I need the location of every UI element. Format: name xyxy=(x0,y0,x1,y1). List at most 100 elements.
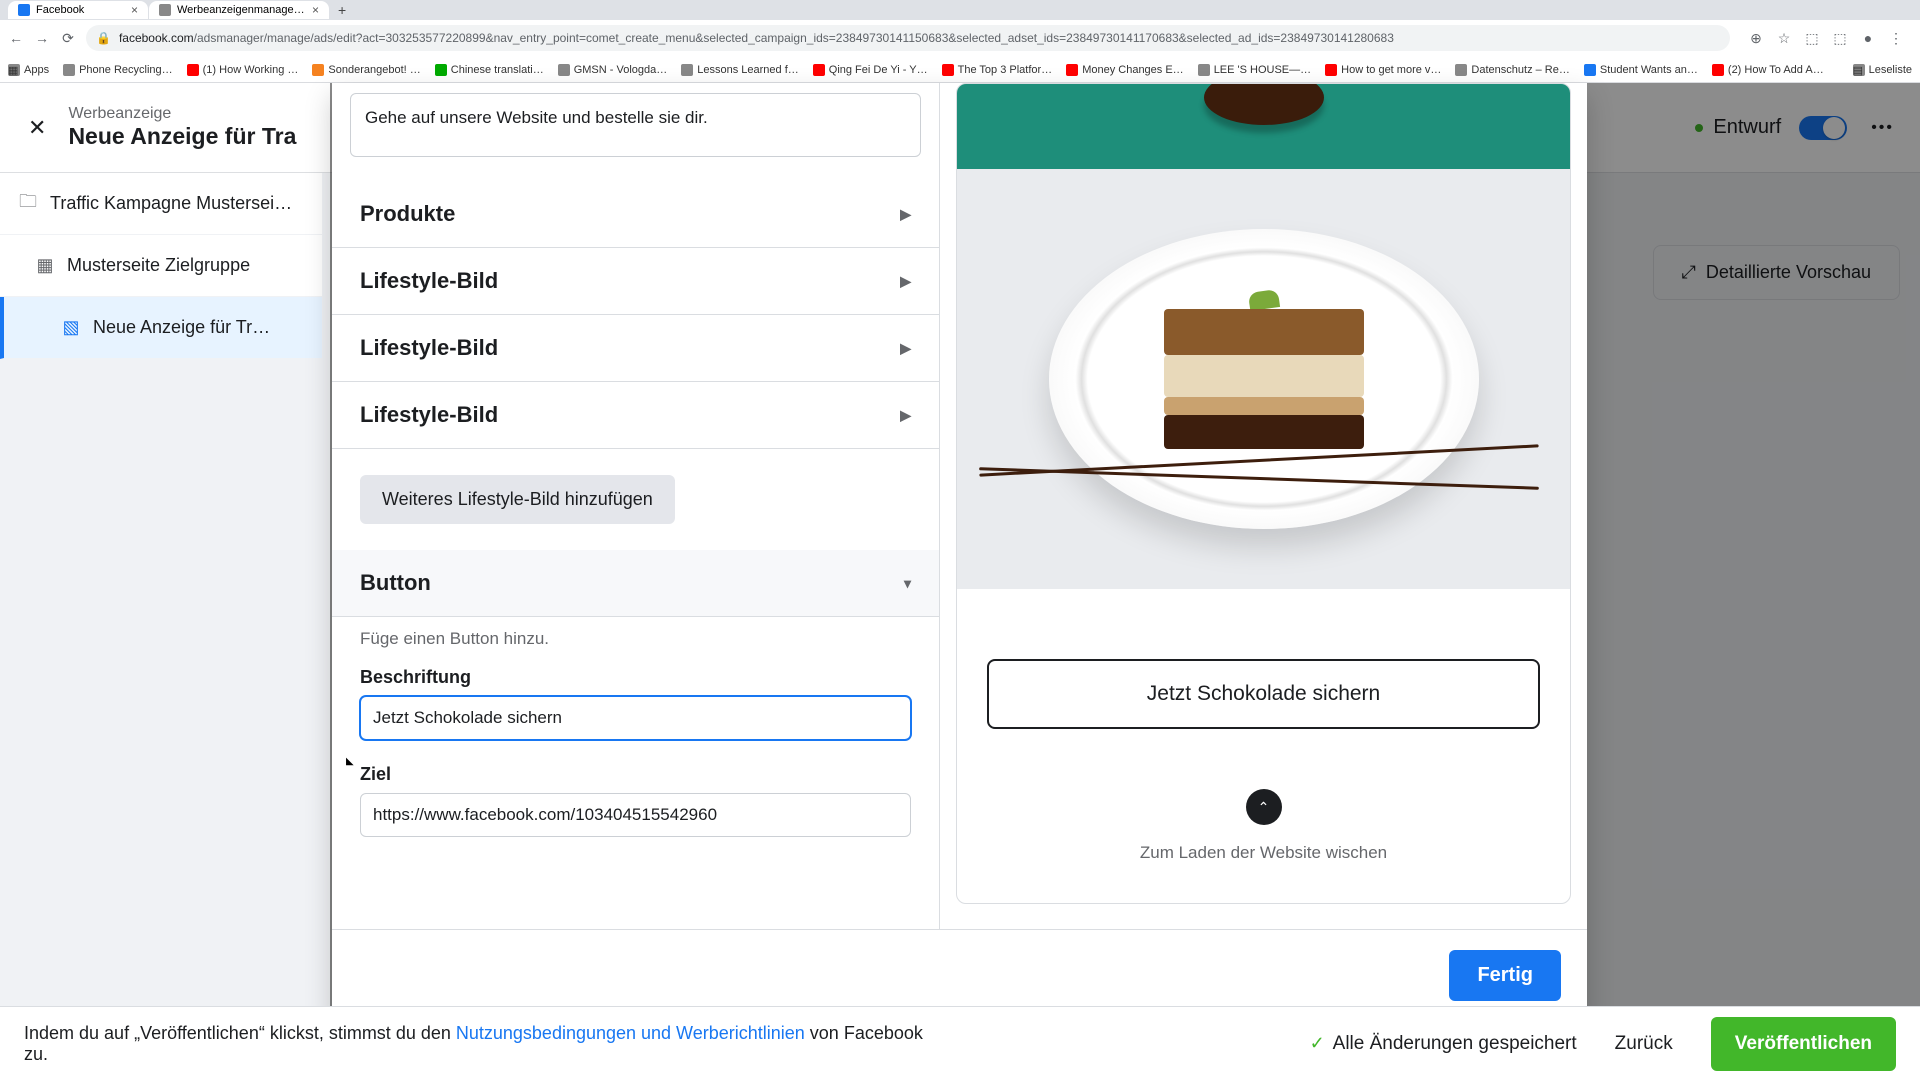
bookmark-item[interactable]: Qing Fei De Yi - Y… xyxy=(813,64,928,76)
folder-icon: 🗀 xyxy=(18,194,38,214)
section-lifestyle[interactable]: Lifestyle-Bild ▶ xyxy=(332,315,939,382)
section-label: Lifestyle-Bild xyxy=(360,402,498,428)
bookmark-icon xyxy=(1198,64,1210,76)
cake-graphic xyxy=(1164,309,1364,449)
extension-icon[interactable]: ⬚ xyxy=(1804,30,1820,47)
modal-body: Gehe auf unsere Website und bestelle sie… xyxy=(332,83,1587,929)
section-label: Lifestyle-Bild xyxy=(360,335,498,361)
nav-label: Neue Anzeige für Tr… xyxy=(93,317,270,338)
bookmark-icon xyxy=(187,64,199,76)
swipe-hint: ⌃ Zum Laden der Website wischen xyxy=(987,729,1540,863)
reading-list[interactable]: ▤Leseliste xyxy=(1853,64,1912,76)
reload-icon[interactable]: ⟳ xyxy=(60,30,76,47)
bookmark-item[interactable]: ▦Apps xyxy=(8,64,49,76)
bookmark-icon xyxy=(942,64,954,76)
bookmark-label: The Top 3 Platfor… xyxy=(958,64,1053,76)
target-url-input[interactable] xyxy=(360,793,911,837)
bookmark-label: Chinese translati… xyxy=(451,64,544,76)
bookmark-item[interactable]: GMSN - Vologda… xyxy=(558,64,668,76)
bookmark-label: Apps xyxy=(24,64,49,76)
bottom-bar: Indem du auf „Veröffentlichen“ klickst, … xyxy=(0,1006,1920,1080)
extension-icon[interactable]: ⬚ xyxy=(1832,30,1848,47)
bookmark-item[interactable]: Lessons Learned f… xyxy=(681,64,799,76)
bookmark-label: GMSN - Vologda… xyxy=(574,64,668,76)
garnish-graphic xyxy=(1247,289,1279,311)
bookmark-icon xyxy=(681,64,693,76)
bookmark-item[interactable]: Phone Recycling… xyxy=(63,64,173,76)
modal-left-pane: Gehe auf unsere Website und bestelle sie… xyxy=(332,83,940,929)
tab-bar: Facebook × Werbeanzeigenmanager - We… × … xyxy=(0,0,1920,20)
caption-input[interactable] xyxy=(360,696,911,740)
chevron-up-icon[interactable]: ⌃ xyxy=(1246,789,1282,825)
browser-tab[interactable]: Facebook × xyxy=(8,1,148,19)
nav-label: Musterseite Zielgruppe xyxy=(67,255,250,276)
bookmark-icon xyxy=(312,64,324,76)
body-text-input[interactable]: Gehe auf unsere Website und bestelle sie… xyxy=(350,93,921,157)
edit-modal: Gehe auf unsere Website und bestelle sie… xyxy=(332,83,1587,1021)
tab-label: Werbeanzeigenmanager - We… xyxy=(177,4,306,16)
chevron-right-icon: ▶ xyxy=(900,206,911,223)
back-button[interactable]: Zurück xyxy=(1601,1023,1687,1065)
bookmark-label: Lessons Learned f… xyxy=(697,64,799,76)
bookmark-item[interactable]: Sonderangebot! … xyxy=(312,64,420,76)
bookmark-item[interactable]: The Top 3 Platfor… xyxy=(942,64,1053,76)
nav-campaign[interactable]: 🗀 Traffic Kampagne Mustersei… xyxy=(0,173,322,235)
chevron-right-icon: ▶ xyxy=(900,340,911,357)
preview-cta-button[interactable]: Jetzt Schokolade sichern xyxy=(987,659,1540,729)
publish-button[interactable]: Veröffentlichen xyxy=(1711,1017,1896,1071)
bookmark-item[interactable]: (2) How To Add A… xyxy=(1712,64,1824,76)
section-products[interactable]: Produkte ▶ xyxy=(332,181,939,248)
add-lifestyle-button[interactable]: Weiteres Lifestyle-Bild hinzufügen xyxy=(360,475,675,524)
preview-image xyxy=(957,169,1570,589)
consent-fragment: Indem du auf „Veröffentlichen“ klickst, … xyxy=(24,1023,456,1043)
chevron-right-icon: ▶ xyxy=(900,273,911,290)
plate-graphic xyxy=(1049,229,1479,529)
bookmark-item[interactable]: Money Changes E… xyxy=(1066,64,1184,76)
bookmark-item[interactable]: Datenschutz – Re… xyxy=(1455,64,1569,76)
close-icon[interactable]: ✕ xyxy=(20,115,64,141)
nav-adset[interactable]: ▦ Musterseite Zielgruppe xyxy=(0,235,322,297)
back-icon[interactable]: ← xyxy=(8,30,24,46)
close-icon[interactable]: × xyxy=(131,3,138,17)
chevron-down-icon: ▾ xyxy=(904,575,911,592)
bookmark-item[interactable]: (1) How Working … xyxy=(187,64,299,76)
bottom-actions: ✓ Alle Änderungen gespeichert Zurück Ver… xyxy=(1310,1017,1896,1071)
translate-icon[interactable]: ⊕ xyxy=(1748,30,1764,47)
profile-icon[interactable]: ● xyxy=(1860,30,1876,47)
section-button[interactable]: Button ▾ xyxy=(332,550,939,617)
check-icon: ✓ xyxy=(1310,1033,1325,1054)
bookmark-label: (1) How Working … xyxy=(203,64,299,76)
nav-ad[interactable]: ▧ Neue Anzeige für Tr… xyxy=(0,297,322,359)
sections-list: Produkte ▶ Lifestyle-Bild ▶ Lifestyle-Bi… xyxy=(332,181,939,929)
swipe-text: Zum Laden der Website wischen xyxy=(987,843,1540,863)
browser-tab[interactable]: Werbeanzeigenmanager - We… × xyxy=(149,1,329,19)
saved-label: Alle Änderungen gespeichert xyxy=(1333,1033,1577,1055)
done-button[interactable]: Fertig xyxy=(1449,950,1561,1001)
bookmark-item[interactable]: How to get more v… xyxy=(1325,64,1441,76)
bookmark-item[interactable]: LEE 'S HOUSE—… xyxy=(1198,64,1311,76)
tab-label: Facebook xyxy=(36,4,125,16)
terms-link[interactable]: Nutzungsbedingungen und Werberichtlinien xyxy=(456,1023,805,1043)
bookmark-icon xyxy=(63,64,75,76)
field-label-caption: Beschriftung xyxy=(332,649,939,696)
preview-hero-top xyxy=(957,84,1570,169)
section-lifestyle[interactable]: Lifestyle-Bild ▶ xyxy=(332,248,939,315)
url-bar[interactable]: 🔒 facebook.com /adsmanager/manage/ads/ed… xyxy=(86,25,1730,51)
forward-icon[interactable]: → xyxy=(34,30,50,46)
consent-text: Indem du auf „Veröffentlichen“ klickst, … xyxy=(24,1023,924,1065)
left-nav: 🗀 Traffic Kampagne Mustersei… ▦ Musterse… xyxy=(0,173,322,359)
new-tab-button[interactable]: + xyxy=(330,2,354,18)
menu-icon[interactable]: ⋮ xyxy=(1888,30,1904,47)
bookmark-icon xyxy=(1325,64,1337,76)
bookmark-icon xyxy=(435,64,447,76)
bookmark-item[interactable]: Chinese translati… xyxy=(435,64,544,76)
star-icon[interactable]: ☆ xyxy=(1776,30,1792,47)
section-lifestyle[interactable]: Lifestyle-Bild ▶ xyxy=(332,382,939,449)
bookmark-icon xyxy=(558,64,570,76)
browser-actions: ⊕ ☆ ⬚ ⬚ ● ⋮ xyxy=(1740,30,1912,47)
bookmark-item[interactable]: Student Wants an… xyxy=(1584,64,1698,76)
bookmark-icon xyxy=(1455,64,1467,76)
cake-layer xyxy=(1164,397,1364,415)
bookmark-icon xyxy=(1066,64,1078,76)
close-icon[interactable]: × xyxy=(312,3,319,17)
